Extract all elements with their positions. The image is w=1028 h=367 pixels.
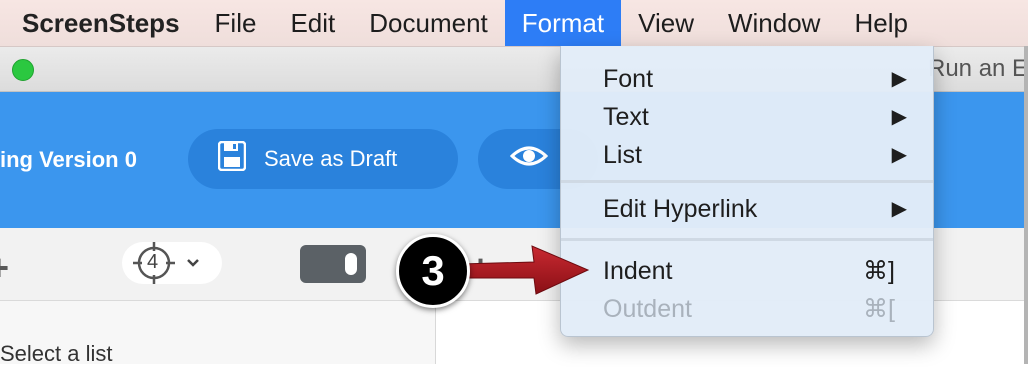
step-counter-control[interactable]: 4 — [122, 242, 222, 284]
submenu-arrow-icon: ▶ — [891, 68, 907, 90]
menu-separator — [561, 238, 933, 241]
menu-app-screensteps[interactable]: ScreenSteps — [0, 0, 198, 46]
submenu-arrow-icon: ▶ — [891, 106, 907, 128]
menu-window[interactable]: Window — [711, 0, 837, 46]
annotation-arrow — [460, 245, 590, 295]
format-menu-dropdown: Font ▶ Text ▶ List ▶ Edit Hyperlink ▶ In… — [560, 46, 934, 337]
version-label: ing Version 0 — [0, 147, 137, 172]
eye-icon — [509, 143, 549, 175]
indent-item-label: Indent — [603, 257, 673, 285]
window-frame-edge — [1024, 46, 1028, 364]
menu-bar: ScreenSteps File Edit Document Format Vi… — [0, 0, 1028, 47]
submenu-arrow-icon: ▶ — [891, 144, 907, 166]
outdent-item-label: Outdent — [603, 295, 692, 323]
format-menu-item-edit-hyperlink[interactable]: Edit Hyperlink ▶ — [561, 190, 933, 228]
window-zoom-button[interactable] — [12, 59, 34, 81]
list-sidebar: Select a list — [0, 301, 436, 367]
toggle-knob — [345, 253, 357, 275]
format-menu-item-text[interactable]: Text ▶ — [561, 98, 933, 136]
save-as-draft-label: Save as Draft — [264, 146, 398, 171]
edit-hyperlink-item-label: Edit Hyperlink — [603, 195, 758, 223]
menu-help[interactable]: Help — [837, 0, 924, 46]
menu-edit[interactable]: Edit — [273, 0, 352, 46]
outdent-shortcut: ⌘[ — [863, 295, 895, 323]
submenu-arrow-icon: ▶ — [891, 198, 907, 220]
menu-separator — [561, 180, 933, 183]
add-icon[interactable]: + — [0, 250, 9, 286]
save-as-draft-button[interactable]: Save as Draft — [188, 129, 458, 189]
text-item-label: Text — [603, 103, 649, 131]
menu-view[interactable]: View — [621, 0, 711, 46]
menu-format[interactable]: Format — [504, 0, 622, 46]
format-menu-item-font[interactable]: Font ▶ — [561, 60, 933, 98]
font-item-label: Font — [603, 65, 654, 93]
indent-shortcut: ⌘] — [863, 257, 895, 285]
save-icon — [217, 140, 247, 177]
menu-document[interactable]: Document — [352, 0, 505, 46]
list-item-label: List — [603, 141, 642, 169]
format-menu-item-list[interactable]: List ▶ — [561, 136, 933, 174]
menu-file[interactable]: File — [198, 0, 274, 46]
format-menu-item-outdent: Outdent ⌘[ — [561, 290, 933, 328]
window-title: Run an E — [928, 55, 1028, 82]
select-list-label[interactable]: Select a list — [0, 341, 113, 367]
step-number-badge: 3 — [396, 234, 470, 308]
format-menu-item-indent[interactable]: Indent ⌘] — [561, 252, 933, 290]
step-counter-value: 4 — [147, 251, 159, 273]
toggle-switch[interactable] — [300, 245, 366, 283]
